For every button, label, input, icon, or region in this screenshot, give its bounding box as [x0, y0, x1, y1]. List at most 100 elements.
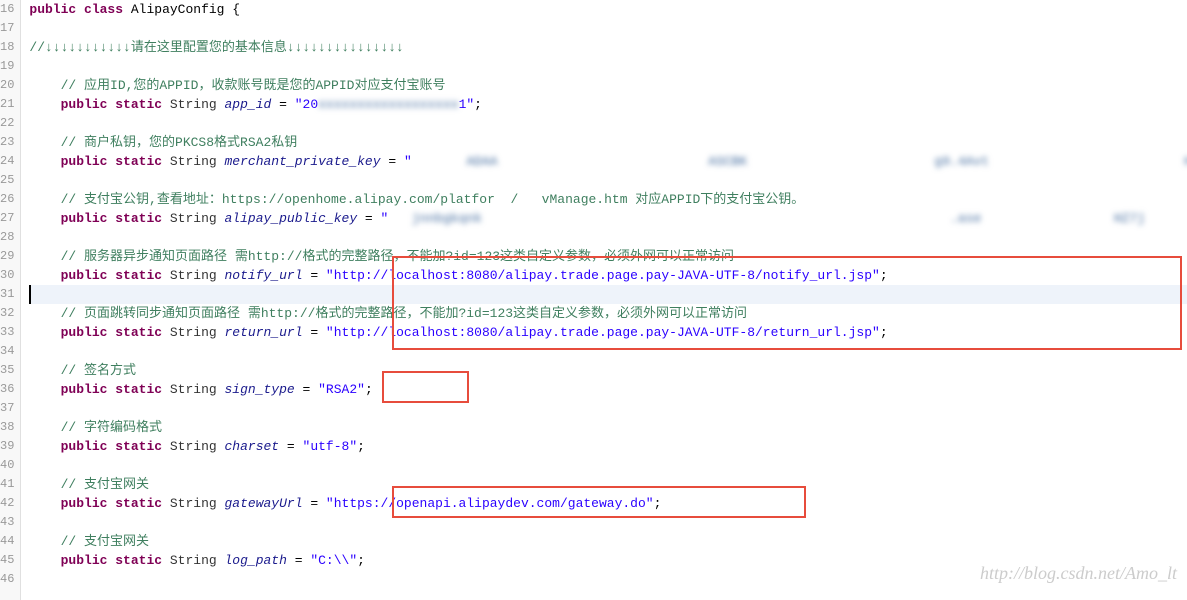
- line-number: 31: [0, 285, 14, 304]
- equals: =: [271, 97, 294, 112]
- type: String: [170, 268, 217, 283]
- line-number: 24: [0, 152, 14, 171]
- string-literal: "http://localhost:8080/alipay.trade.page…: [326, 325, 880, 340]
- code-line[interactable]: // 支付宝公钥,查看地址：https://openhome.alipay.co…: [29, 190, 1187, 209]
- string-literal: 1": [459, 97, 475, 112]
- code-line[interactable]: // 页面跳转同步通知页面路径 需http://格式的完整路径，不能加?id=1…: [29, 304, 1187, 323]
- code-line[interactable]: [29, 114, 1187, 133]
- type: String: [170, 382, 217, 397]
- semicolon: ;: [654, 496, 662, 511]
- code-line[interactable]: public static String sign_type = "RSA2";: [29, 380, 1187, 399]
- field-name: return_url: [225, 325, 303, 340]
- equals: =: [381, 154, 404, 169]
- line-number: 46: [0, 570, 14, 589]
- keyword: static: [115, 211, 162, 226]
- string-literal: "https://openapi.alipaydev.com/gateway.d…: [326, 496, 654, 511]
- line-number: 23: [0, 133, 14, 152]
- field-name: sign_type: [225, 382, 295, 397]
- code-line[interactable]: public static String app_id = "20xxxxxxx…: [29, 95, 1187, 114]
- semicolon: ;: [880, 268, 888, 283]
- code-editor[interactable]: 16 17 18 19 20 21 22 23 24 25 26 27 28 2…: [0, 0, 1187, 600]
- line-number: 17: [0, 19, 14, 38]
- type: String: [170, 154, 217, 169]
- line-number: 34: [0, 342, 14, 361]
- code-line[interactable]: [29, 570, 1187, 589]
- line-number: 42: [0, 494, 14, 513]
- type: String: [170, 97, 217, 112]
- comment: // 服务器异步通知页面路径 需http://格式的完整路径，不能加?id=12…: [61, 249, 734, 264]
- equals: =: [295, 382, 318, 397]
- line-number: 20: [0, 76, 14, 95]
- comment: //↓↓↓↓↓↓↓↓↓↓↓请在这里配置您的基本信息↓↓↓↓↓↓↓↓↓↓↓↓↓↓↓: [29, 40, 403, 55]
- keyword: static: [115, 382, 162, 397]
- code-line[interactable]: public static String notify_url = "http:…: [29, 266, 1187, 285]
- code-line[interactable]: // 支付宝网关: [29, 475, 1187, 494]
- field-name: gatewayUrl: [225, 496, 303, 511]
- code-line[interactable]: public static String gatewayUrl = "https…: [29, 494, 1187, 513]
- redacted-text: xxxxxxxxxxxxxxxxxx: [318, 97, 458, 112]
- line-number: 40: [0, 456, 14, 475]
- string-literal: "RSA2": [318, 382, 365, 397]
- code-line-active[interactable]: [29, 285, 1187, 304]
- code-line[interactable]: // 商户私钥，您的PKCS8格式RSA2私钥: [29, 133, 1187, 152]
- code-line[interactable]: public static String alipay_public_key =…: [29, 209, 1187, 228]
- equals: =: [303, 268, 326, 283]
- field-name: charset: [225, 439, 280, 454]
- code-line[interactable]: [29, 228, 1187, 247]
- keyword: static: [115, 496, 162, 511]
- semicolon: ;: [365, 382, 373, 397]
- comment: // 支付宝网关: [61, 477, 149, 492]
- line-number: 38: [0, 418, 14, 437]
- equals: =: [287, 553, 310, 568]
- code-line[interactable]: [29, 342, 1187, 361]
- code-line[interactable]: [29, 513, 1187, 532]
- code-line[interactable]: [29, 171, 1187, 190]
- keyword: public: [29, 2, 76, 17]
- line-number: 41: [0, 475, 14, 494]
- code-line[interactable]: [29, 57, 1187, 76]
- field-name: notify_url: [225, 268, 303, 283]
- type: String: [170, 496, 217, 511]
- string-literal: "http://localhost:8080/alipay.trade.page…: [326, 268, 880, 283]
- equals: =: [357, 211, 380, 226]
- code-line[interactable]: // 应用ID,您的APPID，收款账号既是您的APPID对应支付宝账号: [29, 76, 1187, 95]
- code-line[interactable]: // 服务器异步通知页面路径 需http://格式的完整路径，不能加?id=12…: [29, 247, 1187, 266]
- keyword: public: [61, 325, 108, 340]
- semicolon: ;: [880, 325, 888, 340]
- line-number: 16: [0, 0, 14, 19]
- keyword: public: [61, 211, 108, 226]
- line-number: 22: [0, 114, 14, 133]
- code-line[interactable]: [29, 19, 1187, 38]
- code-line[interactable]: // 签名方式: [29, 361, 1187, 380]
- code-line[interactable]: public static String log_path = "C:\\";: [29, 551, 1187, 570]
- line-number-gutter: 16 17 18 19 20 21 22 23 24 25 26 27 28 2…: [0, 0, 21, 600]
- code-line[interactable]: public static String return_url = "http:…: [29, 323, 1187, 342]
- keyword: public: [61, 496, 108, 511]
- comment: // 应用ID,您的APPID，收款账号既是您的APPID对应支付宝账号: [61, 78, 446, 93]
- string-literal: ": [404, 154, 412, 169]
- code-line[interactable]: // 字符编码格式: [29, 418, 1187, 437]
- code-line[interactable]: [29, 456, 1187, 475]
- line-number: 28: [0, 228, 14, 247]
- comment: // 字符编码格式: [61, 420, 162, 435]
- code-area[interactable]: public class AlipayConfig { //↓↓↓↓↓↓↓↓↓↓…: [21, 0, 1187, 600]
- keyword: static: [115, 97, 162, 112]
- code-line[interactable]: // 支付宝网关: [29, 532, 1187, 551]
- equals: =: [279, 439, 302, 454]
- code-line[interactable]: public static String merchant_private_ke…: [29, 152, 1187, 171]
- line-number: 45: [0, 551, 14, 570]
- equals: =: [303, 325, 326, 340]
- type: String: [170, 325, 217, 340]
- comment: // 页面跳转同步通知页面路径 需http://格式的完整路径，不能加?id=1…: [61, 306, 747, 321]
- semicolon: ;: [357, 439, 365, 454]
- keyword: public: [61, 154, 108, 169]
- redacted-text: ADAA ASCBK g9.4Avt H: [412, 154, 1187, 169]
- code-line[interactable]: [29, 399, 1187, 418]
- comment: // 签名方式: [61, 363, 136, 378]
- line-number: 25: [0, 171, 14, 190]
- code-line[interactable]: public static String charset = "utf-8";: [29, 437, 1187, 456]
- equals: =: [303, 496, 326, 511]
- keyword: public: [61, 268, 108, 283]
- code-line[interactable]: //↓↓↓↓↓↓↓↓↓↓↓请在这里配置您的基本信息↓↓↓↓↓↓↓↓↓↓↓↓↓↓↓: [29, 38, 1187, 57]
- code-line[interactable]: public class AlipayConfig {: [29, 0, 1187, 19]
